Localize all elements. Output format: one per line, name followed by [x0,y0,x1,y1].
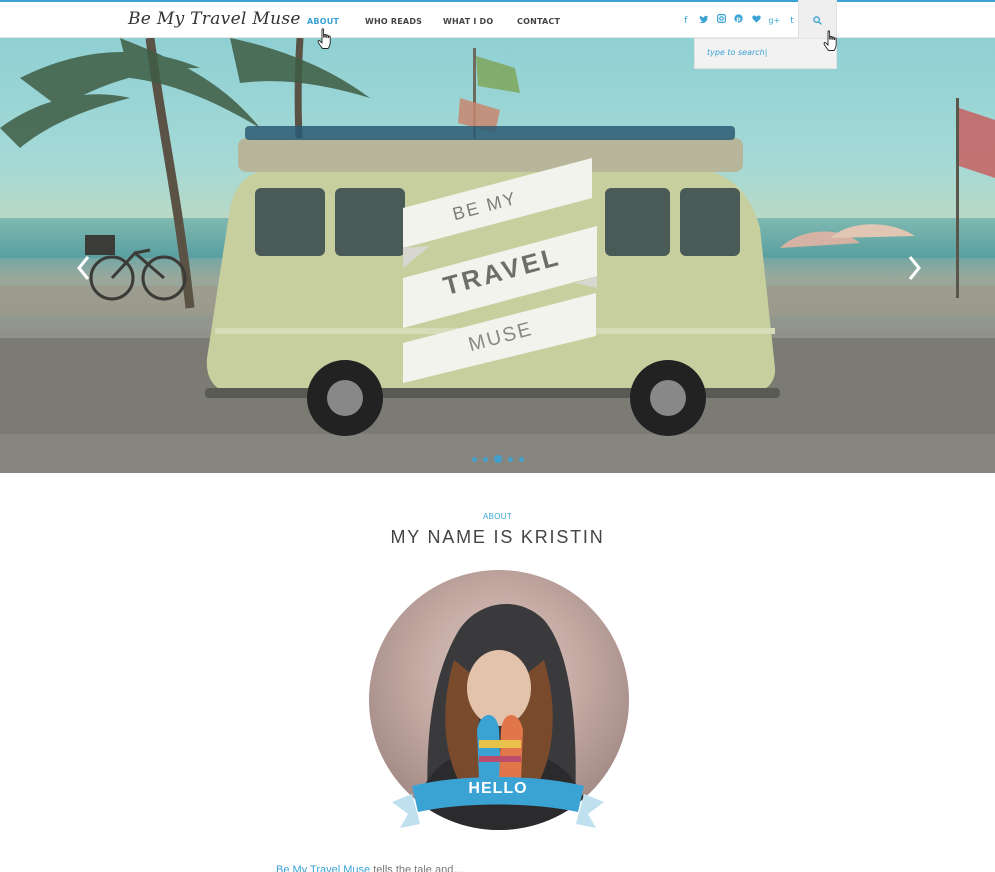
social-icons: f p g+ t [677,14,801,28]
intro-text: Be My Travel Muse tells the tale and… [276,864,736,872]
intro-link[interactable]: Be My Travel Muse [276,864,370,872]
page-title: MY NAME IS KRISTIN [390,527,605,547]
slider-dot[interactable] [483,456,488,462]
intro-rest: tells the tale and… [370,864,465,872]
heart-icon[interactable] [748,14,766,28]
instagram-icon[interactable] [712,14,730,28]
search-input[interactable]: type to search| [707,48,767,57]
nav-item-who-reads[interactable]: Who Reads [365,17,443,26]
slider-dot[interactable] [472,456,477,462]
slider-prev-button[interactable] [73,253,93,283]
site-logo[interactable]: Be My Travel Muse [128,9,301,29]
google-plus-icon[interactable]: g+ [765,14,783,28]
hero-slider: BE MY TRAVEL MUSE [0,38,995,473]
search-icon [813,15,822,25]
pinterest-icon[interactable]: p [730,14,748,28]
nav-item-about[interactable]: About [307,17,365,26]
slider-dot[interactable] [519,456,524,462]
twitter-icon[interactable] [695,14,713,28]
slider-dot[interactable] [508,456,513,462]
nav-item-contact[interactable]: Contact [517,17,560,26]
search-dropdown: type to search| [694,38,837,69]
slider-dot[interactable] [494,455,502,463]
chevron-right-icon [908,256,921,280]
top-navbar: Be My Travel Muse About Who Reads What I… [0,0,995,40]
hand-cursor-icon [823,30,837,51]
nav-item-what-i-do[interactable]: What I Do [443,17,517,26]
slider-next-button[interactable] [905,253,925,283]
facebook-icon[interactable]: f [677,14,695,28]
hello-text: HELLO [468,780,528,797]
chevron-left-icon [77,256,90,280]
main-nav: About Who Reads What I Do Contact [307,17,560,26]
svg-text:p: p [737,16,742,23]
hand-cursor-icon [317,28,331,49]
slider-dots [472,455,524,463]
section-kicker: ABOUT [482,512,513,521]
